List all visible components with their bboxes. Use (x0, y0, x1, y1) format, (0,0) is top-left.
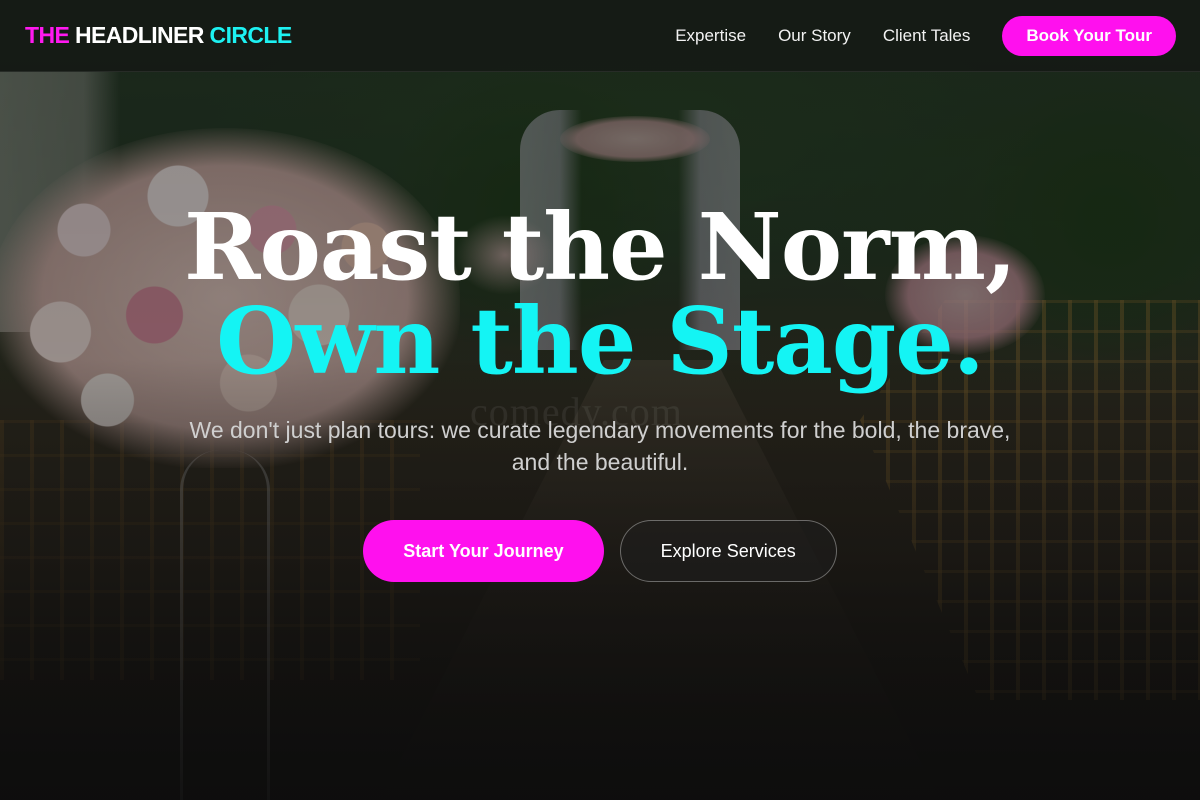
hero-headline: Roast the Norm, Own the Stage. (0, 200, 1200, 388)
explore-services-button[interactable]: Explore Services (619, 520, 837, 582)
headline-line-2: Own the Stage. (216, 287, 985, 395)
hero-subtext: We don't just plan tours: we curate lege… (189, 417, 1011, 475)
nav-link-our-story[interactable]: Our Story (778, 26, 851, 46)
logo-word-circle: CIRCLE (203, 22, 293, 48)
hero-section: Roast the Norm, Own the Stage. We don't … (0, 200, 1200, 582)
nav-links: Expertise Our Story Client Tales Book Yo… (643, 15, 1176, 56)
logo-word-headliner: HEADLINER (69, 22, 204, 48)
brand-logo[interactable]: THE HEADLINER CIRCLE (25, 22, 292, 49)
top-navigation: THE HEADLINER CIRCLE Expertise Our Story… (0, 0, 1200, 72)
logo-word-the: THE (25, 22, 70, 48)
nav-link-expertise[interactable]: Expertise (675, 26, 746, 46)
hero-cta-row: Start Your Journey Explore Services (0, 520, 1200, 582)
book-tour-button[interactable]: Book Your Tour (1002, 15, 1176, 56)
headline-line-1: Roast the Norm, (183, 193, 1017, 301)
start-journey-button[interactable]: Start Your Journey (363, 520, 604, 582)
nav-link-client-tales[interactable]: Client Tales (883, 26, 971, 46)
